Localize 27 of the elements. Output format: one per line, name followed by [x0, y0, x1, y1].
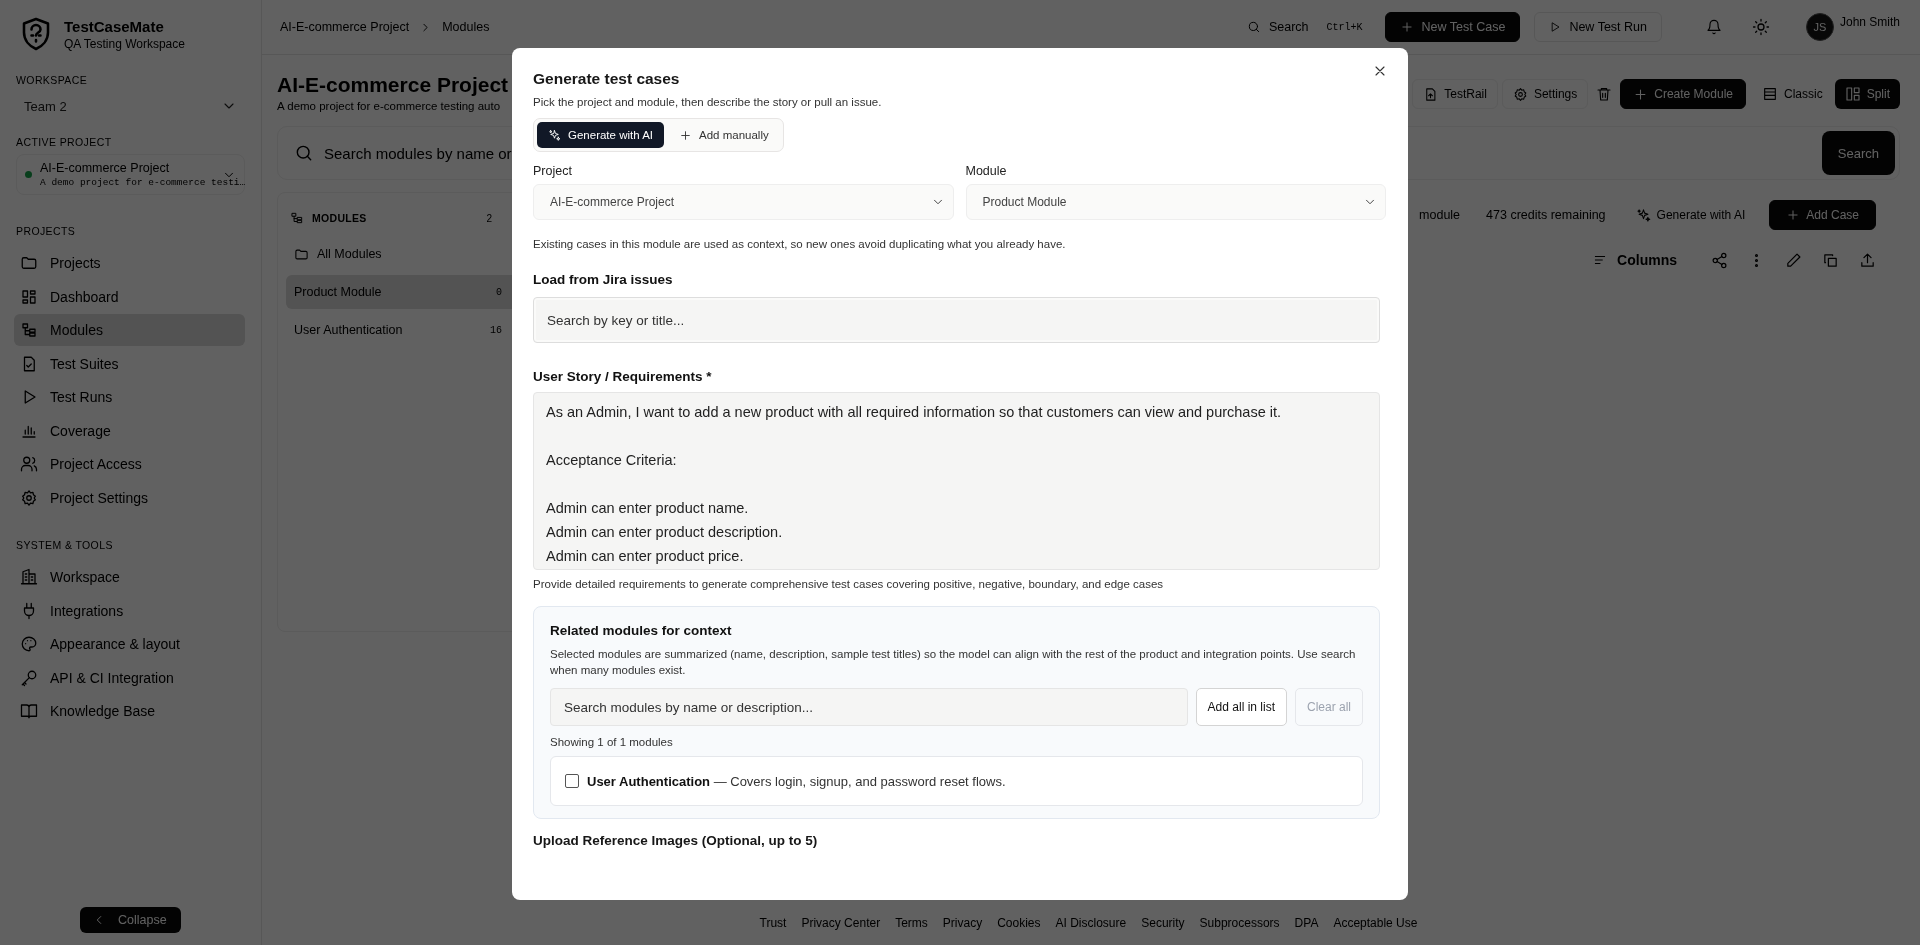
page-subtitle: A demo project for e-commerce testing auto	[277, 100, 502, 112]
field-label: User Story / Requirements *	[533, 369, 713, 384]
brand-tagline: QA Testing Workspace	[64, 36, 185, 51]
field-hint: Provide detailed requirements to generate comprehensive test cases covering positive, negative, boundary, and edge cases	[533, 578, 1165, 590]
field-label: Module	[965, 164, 1008, 178]
project-name: AI-E-commerce Project	[40, 161, 170, 175]
page-title: AI-E-commerce Project	[277, 73, 509, 97]
module-option-label: User Authentication — Covers login, signup, and password reset flows.	[587, 773, 1006, 789]
section-label: SYSTEM & TOOLS	[16, 539, 113, 551]
card-description: Selected modules are summarized (name, description, sample test titles) so the model can align with the rest of the product and integration points. Use search when many modules exist.	[550, 647, 1357, 678]
section-label: PROJECTS	[16, 225, 76, 237]
project-description: A demo project for e-commerce testi…	[40, 177, 246, 188]
section-label: WORKSPACE	[16, 74, 88, 86]
user-name: John Smith	[1839, 15, 1900, 29]
module-count: 2	[486, 212, 492, 224]
result-count: Showing 1 of 1 modules	[550, 736, 674, 748]
field-label: Project	[533, 164, 573, 178]
credits-remaining: 473 credits remaining	[1485, 208, 1607, 222]
filter-label: module	[1418, 208, 1462, 222]
section-label: ACTIVE PROJECT	[16, 136, 112, 148]
brand-name: TestCaseMate	[64, 17, 165, 35]
dialog-subtitle: Pick the project and module, then describe the story or pull an issue.	[533, 96, 883, 108]
dialog-title: Generate test cases	[533, 70, 681, 88]
section-heading: Upload Reference Images (Optional, up to 5)	[533, 833, 819, 848]
context-note: Existing cases in this module are used as context, so new ones avoid duplicating what you already have.	[533, 238, 1067, 250]
panel-title: MODULES	[312, 212, 368, 224]
card-title: Related modules for context	[550, 623, 733, 638]
